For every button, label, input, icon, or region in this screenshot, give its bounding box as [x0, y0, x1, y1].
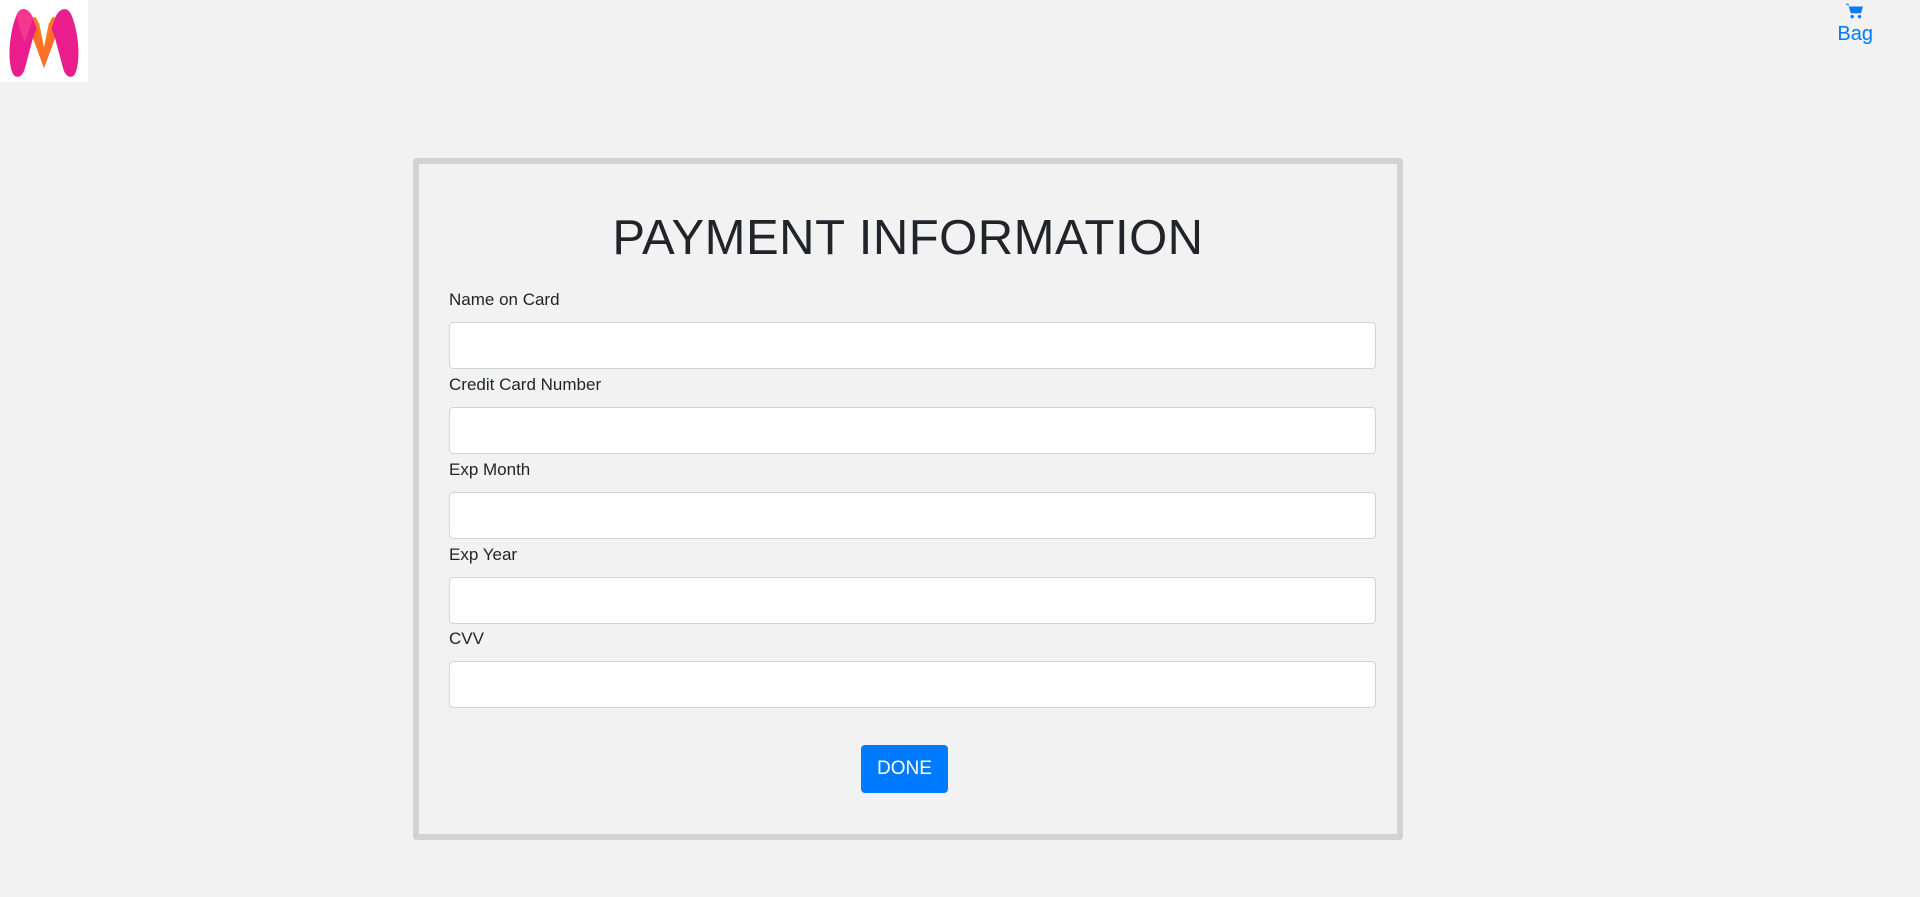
myntra-logo-icon [9, 9, 79, 77]
exp-month-label: Exp Month [449, 460, 531, 479]
brand-logo[interactable] [0, 0, 88, 82]
exp-month-group: Exp Month [449, 460, 1376, 539]
exp-year-label: Exp Year [449, 545, 518, 564]
card-number-group: Credit Card Number [449, 375, 1376, 454]
exp-year-group: Exp Year [449, 545, 1376, 624]
page-title: PAYMENT INFORMATION [612, 211, 1204, 265]
name-on-card-label: Name on Card [449, 290, 560, 309]
done-button[interactable]: DONE [861, 745, 948, 793]
bag-label: Bag [1837, 23, 1873, 45]
payment-form: PAYMENT INFORMATION Name on Card Credit … [413, 158, 1403, 840]
cvv-input[interactable] [449, 661, 1376, 708]
name-on-card-input[interactable] [449, 322, 1376, 369]
bag-link[interactable]: Bag [1837, 0, 1873, 46]
exp-month-input[interactable] [449, 492, 1376, 539]
exp-year-input[interactable] [449, 577, 1376, 624]
cvv-group: CVV [449, 629, 1376, 708]
cvv-label: CVV [449, 629, 484, 648]
card-number-label: Credit Card Number [449, 375, 602, 394]
card-number-input[interactable] [449, 407, 1376, 454]
name-on-card-group: Name on Card [449, 290, 1376, 369]
top-header: Bag [0, 0, 1920, 90]
cart-icon [1846, 3, 1864, 19]
